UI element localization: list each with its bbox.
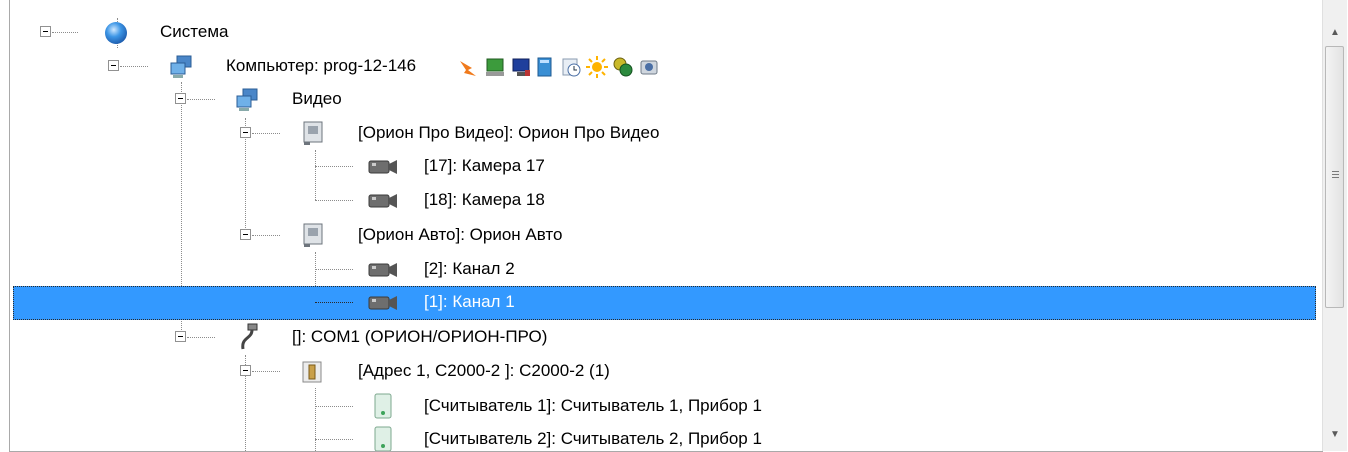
camera-icon — [368, 194, 397, 208]
video-server-icon — [303, 121, 323, 145]
scroll-up-arrow-icon[interactable]: ▲ — [1323, 22, 1347, 44]
scrollbar-thumb[interactable] — [1325, 46, 1344, 308]
tree-row-video[interactable]: Видео — [10, 83, 1318, 117]
collapse-toggle[interactable] — [240, 365, 251, 376]
tree-row-label: [1]: Канал 1 — [424, 292, 515, 311]
tree-row-address-1[interactable]: [Адрес 1, С2000-2 ]: С2000-2 (1) — [10, 355, 1318, 389]
collapse-toggle[interactable] — [240, 229, 251, 240]
tree-row-channel-1[interactable]: [1]: Канал 1 — [13, 286, 1316, 320]
tree-row-label: [Орион Про Видео]: Орион Про Видео — [358, 123, 660, 142]
monitor-green-icon[interactable] — [484, 56, 506, 78]
computer-icon — [170, 55, 192, 78]
tree-row-label: [2]: Канал 2 — [424, 259, 515, 278]
tree-row-com1[interactable]: []: COM1 (ОРИОН/ОРИОН-ПРО) — [10, 321, 1318, 355]
collapse-toggle[interactable] — [240, 127, 251, 138]
disk-icon[interactable] — [638, 56, 660, 78]
tree-row-label: [Адрес 1, С2000-2 ]: С2000-2 (1) — [358, 361, 610, 380]
collapse-toggle[interactable] — [108, 60, 119, 71]
collapse-toggle[interactable] — [40, 26, 51, 37]
tree-row-camera-17[interactable]: [17]: Камера 17 — [10, 150, 1318, 184]
monitor-blue-icon[interactable] — [510, 56, 532, 78]
tree-row-label: [17]: Камера 17 — [424, 156, 545, 175]
tree-row-orion-auto[interactable]: [Орион Авто]: Орион Авто — [10, 219, 1318, 253]
tree-row-label: Видео — [292, 89, 342, 108]
book-icon[interactable] — [534, 56, 556, 78]
camera-icon — [368, 160, 397, 174]
tree-row-label: Система — [160, 22, 229, 41]
tree-row-label: [Считыватель 1]: Считыватель 1, Прибор 1 — [424, 396, 762, 415]
tree-row-orion-pro-video[interactable]: [Орион Про Видео]: Орион Про Видео — [10, 117, 1318, 151]
arrow-icon[interactable] — [458, 56, 480, 78]
tree-row-label: [Орион Авто]: Орион Авто — [358, 225, 563, 244]
object-tree[interactable]: Система Компьютер: prog-12-146 Видео [Ор… — [9, 0, 1323, 452]
sun-icon[interactable] — [586, 56, 608, 78]
tree-row-label: [18]: Камера 18 — [424, 190, 545, 209]
tree-row-label: Компьютер: prog-12-146 — [226, 56, 417, 75]
computer-icon — [236, 88, 258, 111]
tree-row-computer[interactable]: Компьютер: prog-12-146 — [10, 50, 1318, 84]
scroll-down-arrow-icon[interactable]: ▼ — [1323, 424, 1347, 446]
gear-group-icon[interactable] — [612, 56, 634, 78]
cable-icon — [241, 323, 258, 350]
collapse-toggle[interactable] — [175, 331, 186, 342]
tree-row-camera-18[interactable]: [18]: Камера 18 — [10, 184, 1318, 218]
video-server-icon — [303, 223, 323, 247]
tree-row-system[interactable]: Система — [10, 16, 1318, 50]
collapse-toggle[interactable] — [175, 93, 186, 104]
tree-row-label: [Считыватель 2]: Считыватель 2, Прибор 1 — [424, 429, 762, 448]
tree-row-label: []: COM1 (ОРИОН/ОРИОН-ПРО) — [292, 327, 548, 346]
reader-icon — [374, 426, 392, 451]
tree-row-reader-1[interactable]: [Считыватель 1]: Считыватель 1, Прибор 1 — [10, 390, 1318, 424]
tree-row-reader-2[interactable]: [Считыватель 2]: Считыватель 2, Прибор 1 — [10, 423, 1318, 451]
tree-row-channel-2[interactable]: [2]: Канал 2 — [10, 253, 1318, 287]
tree-row-channel-1-wrap: [1]: Канал 1 — [10, 286, 1318, 320]
clock-icon[interactable] — [560, 56, 582, 78]
camera-icon — [368, 296, 397, 310]
globe-icon — [105, 22, 127, 44]
device-icon — [302, 361, 322, 383]
reader-icon — [374, 393, 392, 419]
camera-icon — [368, 263, 397, 277]
vertical-scrollbar[interactable]: ▲ ▼ — [1322, 0, 1347, 451]
